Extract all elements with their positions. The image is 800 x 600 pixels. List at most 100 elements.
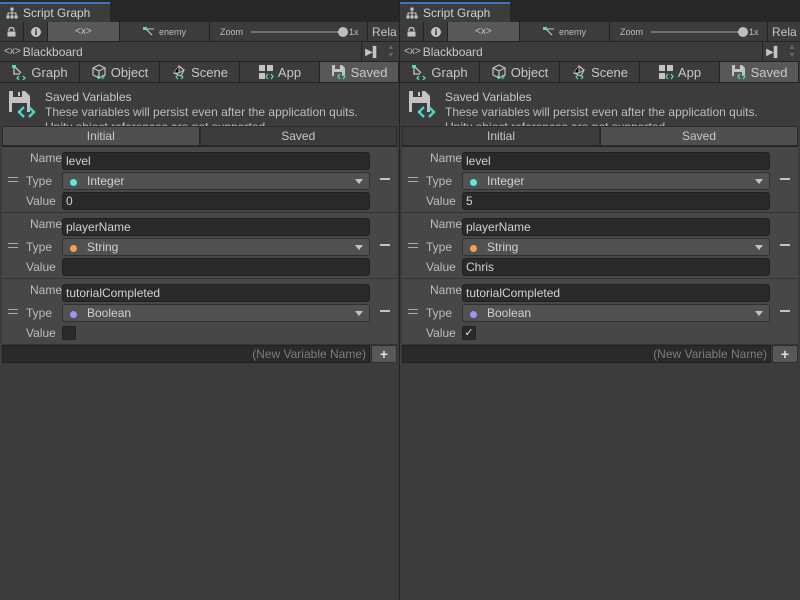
scene-icon [173, 65, 185, 80]
saved-icon [731, 65, 746, 80]
new-variable-name-input[interactable]: (New Variable Name) [2, 345, 370, 363]
name-field[interactable]: level [462, 152, 770, 170]
zoom-slider[interactable] [251, 26, 349, 37]
add-variable-button[interactable]: + [772, 345, 798, 363]
value-tab-saved[interactable]: Saved [600, 126, 798, 146]
window-tabstrip: Script Graph [400, 0, 800, 22]
drag-handle-icon[interactable] [408, 177, 418, 182]
collapse-panel-button[interactable]: ▶▌ [762, 42, 784, 62]
scope-tab-saved[interactable]: Saved [320, 62, 399, 82]
type-dropdown[interactable]: String [62, 238, 370, 256]
info-button[interactable] [24, 22, 48, 41]
window-tabstrip: Script Graph [0, 0, 399, 22]
lock-button[interactable] [0, 22, 24, 41]
value-label: Value [26, 326, 56, 340]
name-field[interactable]: level [62, 152, 370, 170]
type-dropdown[interactable]: Boolean [462, 304, 770, 322]
lock-button[interactable] [400, 22, 424, 41]
scope-tab-app[interactable]: App [640, 62, 720, 82]
new-variable-name-input[interactable]: (New Variable Name) [402, 345, 771, 363]
value-field[interactable]: Chris [462, 258, 770, 276]
value-tab-initial[interactable]: Initial [402, 126, 600, 146]
value-checkbox[interactable]: ✓ [462, 326, 476, 340]
breadcrumb[interactable]: enemy [120, 22, 210, 41]
object-icon [492, 64, 506, 80]
name-field[interactable]: tutorialCompleted [62, 284, 370, 302]
type-color-icon [470, 310, 477, 318]
scope-tab-object[interactable]: Object [80, 62, 160, 82]
scope-tab-label: Object [110, 64, 149, 80]
blackboard-icon: <x> [4, 46, 21, 57]
scope-tab-scene[interactable]: Scene [160, 62, 240, 82]
scene-icon [573, 65, 585, 80]
scroll-down-icon[interactable]: ▼ [388, 52, 395, 60]
collapse-panel-button[interactable]: ▶▌ [361, 42, 383, 62]
remove-variable-button[interactable] [380, 178, 390, 180]
value-tab-initial[interactable]: Initial [2, 126, 200, 146]
value-field[interactable]: 5 [462, 192, 770, 210]
breadcrumb[interactable]: enemy [520, 22, 610, 41]
zoom-label: Zoom [620, 26, 644, 37]
drag-handle-icon[interactable] [8, 177, 18, 182]
scrollbar[interactable]: ▲ ▼ [784, 42, 800, 62]
type-dropdown[interactable]: String [462, 238, 770, 256]
scroll-up-icon[interactable]: ▲ [789, 44, 796, 52]
scope-tab-app[interactable]: App [240, 62, 320, 82]
scope-tab-saved[interactable]: Saved [720, 62, 799, 82]
type-label: Type [26, 174, 53, 188]
drag-handle-icon[interactable] [8, 309, 18, 314]
type-dropdown[interactable]: Boolean [62, 304, 370, 322]
name-field[interactable]: playerName [62, 218, 370, 236]
remove-variable-button[interactable] [380, 310, 390, 312]
value-tab-saved[interactable]: Saved [199, 126, 397, 146]
variables-icon: <x> [75, 26, 92, 37]
scope-tab-scene[interactable]: Scene [560, 62, 640, 82]
name-field[interactable]: playerName [462, 218, 770, 236]
window-tab-script-graph[interactable]: Script Graph [0, 2, 110, 22]
blackboard-header: <x> Blackboard ▶▌ ▲ ▼ [400, 42, 800, 62]
variables-toggle-button[interactable]: <x> [48, 22, 120, 41]
type-dropdown[interactable]: Integer [462, 172, 770, 190]
scope-tab-label: Scene [191, 64, 228, 80]
remove-variable-button[interactable] [780, 244, 790, 246]
info-button[interactable] [424, 22, 448, 41]
relations-button[interactable]: Rela [768, 22, 797, 41]
graph-icon [412, 65, 427, 80]
drag-handle-icon[interactable] [8, 243, 18, 248]
type-color-icon [70, 310, 77, 318]
remove-variable-button[interactable] [380, 244, 390, 246]
scope-tab-graph[interactable]: Graph [0, 62, 80, 82]
zoom-slider-thumb[interactable] [338, 26, 349, 37]
drag-handle-icon[interactable] [408, 243, 418, 248]
window-tab-script-graph[interactable]: Script Graph [400, 2, 510, 22]
relations-button[interactable]: Rela [368, 22, 397, 41]
add-variable-button[interactable]: + [371, 345, 397, 363]
variables-toggle-button[interactable]: <x> [448, 22, 520, 41]
scrollbar[interactable]: ▲ ▼ [383, 42, 399, 62]
scope-tab-object[interactable]: Object [480, 62, 560, 82]
zoom-slider[interactable] [651, 26, 749, 37]
scope-tabs: Graph Object Scene App Saved [0, 62, 399, 83]
name-field[interactable]: tutorialCompleted [462, 284, 770, 302]
lock-icon [7, 26, 16, 36]
value-field[interactable] [62, 258, 370, 276]
variable-item: Name level Type Integer Value 0 [2, 147, 397, 213]
scope-tab-graph[interactable]: Graph [400, 62, 480, 82]
zoom-slider-thumb[interactable] [738, 26, 749, 37]
value-field[interactable]: 0 [62, 192, 370, 210]
remove-variable-button[interactable] [780, 178, 790, 180]
name-label: Name [29, 151, 62, 165]
scroll-up-icon[interactable]: ▲ [388, 44, 395, 52]
type-dropdown-value: Integer [87, 174, 125, 188]
scroll-down-icon[interactable]: ▼ [789, 52, 796, 60]
variable-list: Name level Type Integer Value 0 Name playerName… [2, 147, 397, 345]
info-icon [430, 26, 441, 37]
value-checkbox[interactable] [62, 326, 76, 340]
name-label: Name [429, 217, 462, 231]
remove-variable-button[interactable] [780, 310, 790, 312]
type-dropdown[interactable]: Integer [62, 172, 370, 190]
scope-tab-label: Saved [350, 64, 388, 80]
drag-handle-icon[interactable] [408, 309, 418, 314]
info-line-1: These variables will persist even after … [45, 105, 358, 119]
hierarchy-icon [6, 7, 18, 19]
